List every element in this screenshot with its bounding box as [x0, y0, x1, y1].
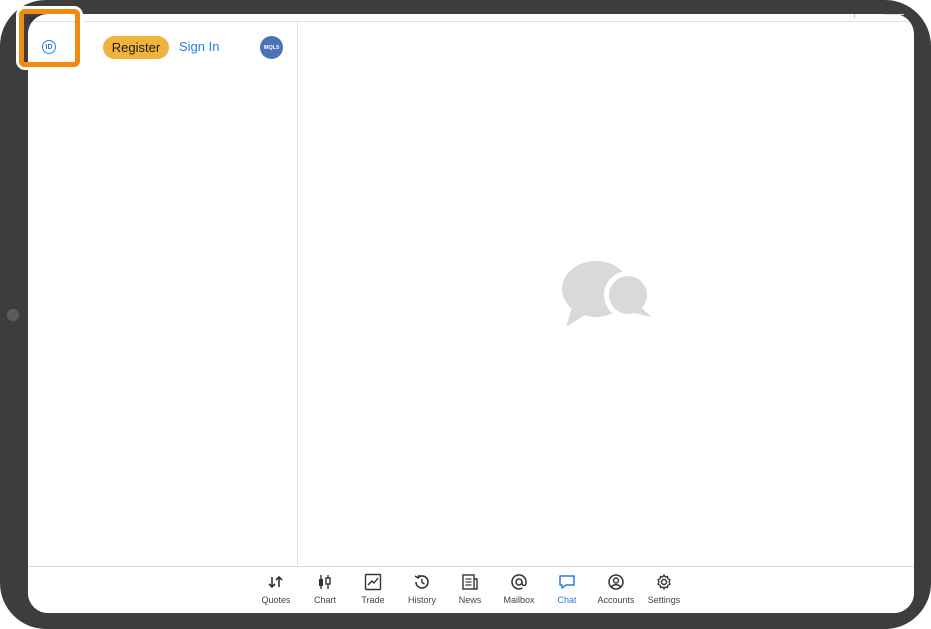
history-icon	[414, 574, 429, 589]
tab-trade[interactable]: Trade	[350, 567, 396, 613]
status-tick	[854, 14, 855, 18]
quotes-icon	[268, 575, 283, 589]
app-screen: ID Register Sign In MQL5 Quotes Chart Tr…	[28, 14, 914, 613]
tab-label: Settings	[647, 595, 681, 605]
news-icon	[462, 574, 478, 590]
register-button[interactable]: Register	[103, 36, 169, 59]
accounts-icon	[608, 574, 624, 590]
chat-bubbles-icon	[562, 261, 652, 327]
tab-chat[interactable]: Chat	[544, 567, 590, 613]
corner-marker	[30, 17, 36, 23]
tab-history[interactable]: History	[399, 567, 445, 613]
chat-icon	[559, 575, 575, 589]
sidebar: ID Register Sign In MQL5	[28, 22, 298, 565]
tab-quotes[interactable]: Quotes	[253, 567, 299, 613]
mql5-badge[interactable]: MQL5	[260, 36, 283, 59]
camera-dot	[7, 309, 19, 321]
signin-link[interactable]: Sign In	[179, 39, 219, 54]
highlight-frame	[19, 9, 80, 67]
tab-accounts[interactable]: Accounts	[593, 567, 639, 613]
mailbox-icon	[511, 574, 527, 590]
tab-mailbox[interactable]: Mailbox	[496, 567, 542, 613]
tab-settings[interactable]: Settings	[641, 567, 687, 613]
settings-icon	[657, 574, 671, 590]
tab-news[interactable]: News	[447, 567, 493, 613]
tablet-frame: ID Register Sign In MQL5 Quotes Chart Tr…	[0, 0, 931, 629]
trade-icon	[364, 573, 382, 591]
status-tick	[884, 14, 904, 15]
chart-icon	[319, 575, 331, 589]
tab-chart[interactable]: Chart	[302, 567, 348, 613]
tab-bar: Quotes Chart Trade History News Mailbox …	[28, 566, 914, 613]
